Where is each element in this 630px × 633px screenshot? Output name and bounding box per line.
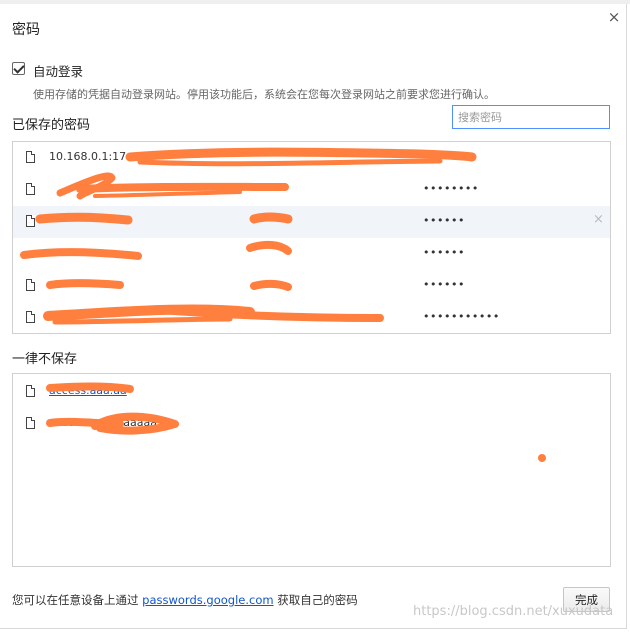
delete-icon[interactable]: × <box>593 212 604 227</box>
saved-passwords-list: 10.168.0.1:17 •••••••• •••••• × •••••• •… <box>12 141 611 334</box>
row-site: 10.168.0.1:17 <box>49 150 127 163</box>
saved-password-row[interactable]: •••••••• <box>13 174 610 206</box>
never-saved-heading: 一律不保存 <box>12 352 78 367</box>
autologin-label[interactable]: 自动登录 <box>33 61 83 80</box>
saved-password-row[interactable]: 10.168.0.1:17 <box>13 142 610 174</box>
saved-passwords-heading: 已保存的密码 <box>12 118 91 133</box>
row-site-link[interactable]: access.aaa.aa <box>49 384 127 397</box>
row-password: •••••••• <box>423 182 479 195</box>
top-border <box>0 0 630 4</box>
footer-text: 您可以在任意设备上通过 passwords.google.com 获取自己的密码 <box>12 592 358 608</box>
file-icon <box>26 183 35 195</box>
footer-text-after: 获取自己的密码 <box>277 593 358 607</box>
password-dialog: 密码 × 自动登录 使用存储的凭据自动登录网站。停用该功能后，系统会在您每次登录… <box>0 0 630 629</box>
footer-text-before: 您可以在任意设备上通过 <box>12 593 139 607</box>
watermark: https://blog.csdn.net/xuxudata <box>413 604 614 619</box>
file-icon <box>26 151 35 163</box>
row-password: ••••••••••• <box>423 310 500 323</box>
file-icon <box>26 279 35 291</box>
passwords-google-link[interactable]: passwords.google.com <box>142 593 273 607</box>
saved-password-row-selected[interactable]: •••••• × <box>13 206 610 238</box>
file-icon <box>26 385 35 397</box>
search-passwords-input[interactable] <box>452 105 610 129</box>
file-icon <box>26 311 35 323</box>
saved-password-row[interactable]: •••••• <box>13 270 610 302</box>
autologin-checkbox[interactable] <box>12 62 25 75</box>
row-site: account.aaaaaaaaa.aa <box>49 416 174 429</box>
close-icon[interactable]: × <box>607 10 621 25</box>
saved-password-row[interactable]: ••••••••••• <box>13 302 610 334</box>
saved-password-row[interactable]: •••••• <box>13 238 610 270</box>
autologin-description: 使用存储的凭据自动登录网站。停用该功能后，系统会在您每次登录网站之前要求您进行确… <box>33 88 495 101</box>
file-icon <box>26 417 35 429</box>
never-saved-row[interactable]: account.aaaaaaaaa.aa <box>13 408 610 440</box>
dialog-title: 密码 <box>12 22 40 38</box>
never-saved-row[interactable]: access.aaa.aa <box>13 376 610 408</box>
never-saved-list: access.aaa.aa account.aaaaaaaaa.aa <box>12 373 611 567</box>
row-password: •••••• <box>423 214 465 227</box>
row-password: •••••• <box>423 246 465 259</box>
file-icon <box>26 215 35 227</box>
row-password: •••••• <box>423 278 465 291</box>
